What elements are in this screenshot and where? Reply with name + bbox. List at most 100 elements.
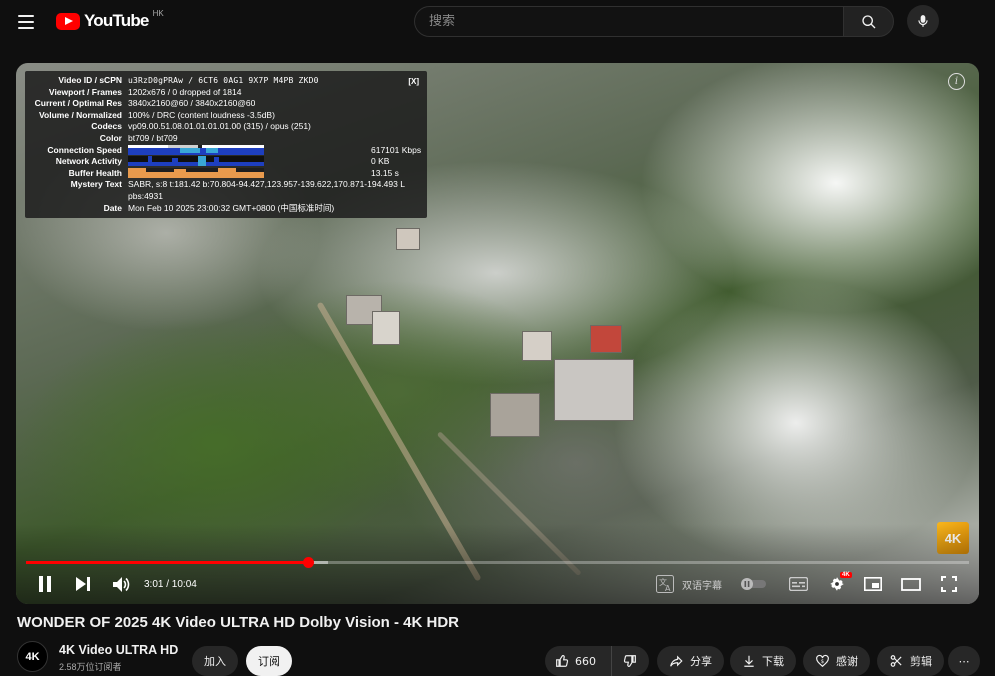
stat-value: u3RzD0gPRAw / 6CT6 0AG1 9X7P M4PB ZKD0 [128,76,319,85]
stats-close-button[interactable]: [X] [408,76,419,88]
more-actions-button[interactable]: ⋯ [948,646,980,676]
search-button[interactable] [843,6,894,37]
subtitle-translate-icon: 文A [656,575,674,593]
youtube-logo[interactable]: YouTube HK [56,9,164,31]
theater-mode-button[interactable] [899,572,923,596]
stat-row-buffer-health: Buffer Health 13.15 s [31,167,421,180]
connection-speed-graph [128,144,264,155]
stat-key-empty [31,191,128,203]
stat-row: Color bt709 / bt709 [31,133,421,145]
stat-key: Video ID / sCPN [58,75,122,85]
download-button[interactable]: 下载 [730,646,796,676]
stat-value: 0 KB [371,156,390,167]
stat-value: 1202x676 / 0 dropped of 1814 [128,86,242,97]
captions-button[interactable] [786,572,810,596]
stat-row: Viewport / Frames 1202x676 / 0 dropped of… [31,87,421,99]
buffer-health-graph [128,167,264,178]
video-player[interactable]: [X] Video ID / sCPN u3RzD0gPRAw / 6CT6 0A… [16,63,979,604]
autoplay-toggle-icon [741,578,766,590]
mic-icon [918,15,928,27]
svg-text:A: A [665,584,671,593]
stat-key: Color [99,132,122,143]
fullscreen-button[interactable] [937,572,961,596]
video-building [522,331,552,361]
subscriber-count: 2.58万位订阅者 [59,662,122,672]
subtitle-translate-label[interactable]: 双语字幕 [682,577,722,592]
stat-value: 13.15 s [371,167,399,178]
masthead: YouTube HK [0,0,995,44]
stat-row-date: Date Mon Feb 10 2025 23:00:32 GMT+0800 (… [31,203,421,215]
dislike-button[interactable] [611,646,649,676]
stat-value: 100% / DRC (content loudness -3.5dB) [128,109,275,120]
stat-key: Current / Optimal Res [34,98,122,109]
stat-key: Buffer Health [68,167,122,178]
stat-row: Video ID / sCPN u3RzD0gPRAw / 6CT6 0AG1 9… [31,75,421,87]
stat-key: Mystery Text [70,179,122,190]
thanks-button[interactable]: $ 感谢 [803,646,870,676]
join-label: 加入 [204,655,226,668]
subscribe-label: 订阅 [258,655,280,668]
video-building [490,393,540,437]
thanks-label: 感谢 [836,655,858,668]
search-input[interactable] [429,14,844,29]
network-activity-graph [128,156,264,167]
video-title: WONDER OF 2025 4K Video ULTRA HD Dolby V… [17,614,460,631]
youtube-logo-icon [56,12,80,30]
stat-row: Codecs vp09.00.51.08.01.01.01.01.00 (315)… [31,121,421,133]
join-button[interactable]: 加入 [192,646,238,676]
video-building [396,228,420,250]
scrubber-handle[interactable] [302,557,314,568]
info-icon[interactable]: i [948,73,965,90]
stat-key: Date [103,202,122,213]
volume-icon [112,576,129,592]
settings-button[interactable]: 4K [824,572,852,596]
volume-button[interactable] [110,572,132,596]
next-button[interactable] [72,572,94,596]
stat-value: 3840x2160@60 / 3840x2160@60 [128,98,256,109]
stat-key: Network Activity [55,156,122,167]
video-building [554,359,634,421]
search-icon [861,14,875,28]
stat-value: vp09.00.51.08.01.01.01.01.00 (315) / opu… [128,121,311,132]
search-box [414,6,844,37]
next-icon [76,577,90,591]
stats-rows: Video ID / sCPN u3RzD0gPRAw / 6CT6 0AG1 9… [31,75,421,145]
share-button[interactable]: 分享 [657,646,724,676]
stat-key: Codecs [91,121,122,132]
stat-row: Current / Optimal Res 3840x2160@60 / 3840… [31,98,421,110]
stat-row-connection-speed: Connection Speed 617101 Kbps [31,144,421,157]
stat-key: Connection Speed [47,144,122,155]
like-button[interactable]: 660 [545,646,611,676]
stat-row-network-activity: Network Activity 0 KB [31,156,421,168]
stat-row-mystery-text: Mystery Text SABR, s:8 t:181.42 b:70.804… [31,179,421,191]
download-label: 下载 [762,655,784,668]
pause-button[interactable] [34,572,56,596]
stat-value: bt709 / bt709 [128,132,178,143]
miniplayer-button[interactable] [861,572,885,596]
subtitle-translate-button[interactable]: 文A [654,572,676,596]
progress-bar[interactable] [26,557,969,568]
menu-icon[interactable] [12,8,40,36]
video-building [590,325,622,353]
settings-quality-badge: 4K [840,572,852,578]
theater-icon [901,577,921,591]
channel-name[interactable]: 4K Video ULTRA HD [59,643,178,657]
avatar[interactable]: 4K [17,641,48,672]
autoplay-toggle[interactable] [738,572,770,596]
video-building [372,311,400,345]
pause-icon [39,576,51,592]
stat-row: Volume / Normalized 100% / DRC (content l… [31,110,421,122]
stat-key: Viewport / Frames [48,86,122,97]
miniplayer-icon [864,577,882,591]
logo-region: HK [152,9,164,18]
clip-button[interactable]: 剪辑 [877,646,944,676]
time-display: 3:01 / 10:04 [144,579,197,590]
share-label: 分享 [690,655,712,668]
logo-text: YouTube [84,11,149,30]
stat-value: 617101 Kbps [371,144,421,155]
subscribe-button[interactable]: 订阅 [246,646,292,676]
captions-icon [788,577,808,591]
stat-key: Volume / Normalized [39,109,122,120]
svg-text:$: $ [821,659,824,665]
voice-search-button[interactable] [907,5,939,37]
